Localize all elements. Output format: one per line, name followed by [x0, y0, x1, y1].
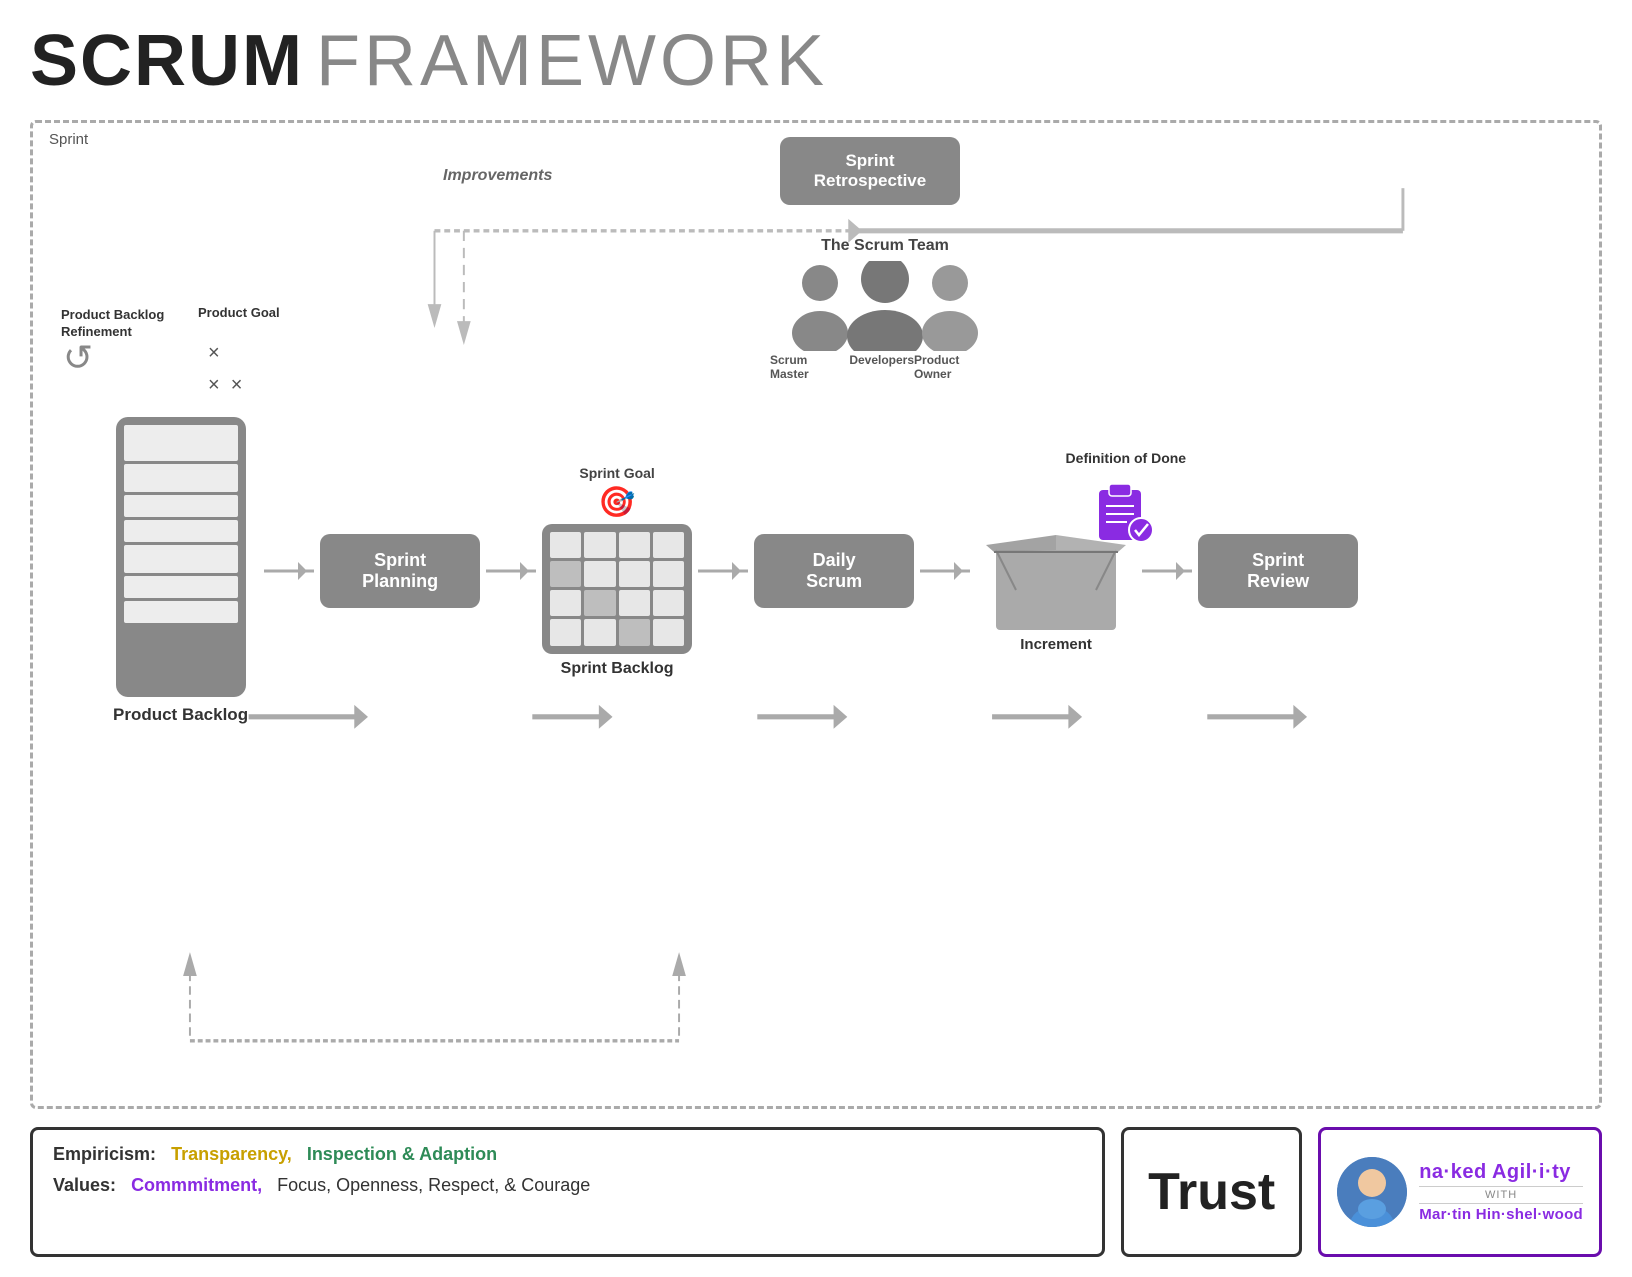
transparency-label: Transparency, [171, 1144, 292, 1164]
backlog-item-6 [124, 576, 238, 598]
empiricism-row: Empiricism: Transparency, Inspection & A… [53, 1144, 1082, 1165]
sb-cell-5 [550, 561, 581, 587]
sprint-retro-area: Sprint Retrospective [780, 137, 960, 205]
sprint-goal-label: Sprint Goal [579, 465, 654, 481]
values-row: Values: Commmitment, Focus, Openness, Re… [53, 1175, 1082, 1196]
dod-badge [1091, 480, 1156, 550]
commitment-label: Commmitment, [131, 1175, 262, 1195]
sb-cell-9 [550, 590, 581, 616]
backlog-item-1 [124, 425, 238, 461]
sb-cell-4 [653, 532, 684, 558]
backlog-item-2 [124, 464, 238, 492]
arrow-planning-to-backlog [486, 564, 536, 578]
arrow-backlog-to-planning [264, 564, 314, 578]
sb-cell-10 [584, 590, 615, 616]
sb-cell-8 [653, 561, 684, 587]
brand-person: Mar·tin Hin·shel·wood [1419, 1206, 1583, 1223]
persons-svg [770, 261, 1000, 351]
sprint-backlog-area: Sprint Goal 🎯 [542, 465, 692, 678]
increment-label: Increment [1020, 636, 1092, 653]
sprint-planning-box: Sprint Planning [320, 534, 480, 608]
sb-cell-14 [584, 619, 615, 645]
arrow-backlog-to-daily [698, 564, 748, 578]
values-label: Values: [53, 1175, 116, 1195]
role-scrum-master: Scrum Master [770, 353, 849, 381]
inspection-adaption-label: Inspection & Adaption [307, 1144, 497, 1164]
daily-scrum-label: Daily Scrum [806, 550, 862, 591]
title-row: SCRUM FRAMEWORK [30, 20, 1602, 102]
refinement-label: Product Backlog Refinement [61, 307, 164, 341]
sprint-planning-label: Sprint Planning [362, 550, 438, 591]
sb-cell-15 [619, 619, 650, 645]
sb-cell-2 [584, 532, 615, 558]
product-backlog-area: Product Backlog [113, 417, 248, 725]
product-backlog-visual [116, 417, 246, 697]
avatar-svg [1337, 1157, 1407, 1227]
refinement-icon: ↺ [63, 337, 93, 379]
trust-label: Trust [1148, 1162, 1275, 1222]
dod-label: Definition of Done [1066, 450, 1187, 466]
goal-xs: ×× × [208, 337, 242, 401]
backlog-item-7 [124, 601, 238, 623]
brand-name-text: na·ked Agil·i·ty [1419, 1161, 1571, 1183]
team-title: The Scrum Team [821, 237, 949, 255]
roles-row: Scrum Master Developers Product Owner [770, 353, 1000, 381]
backlog-item-5 [124, 545, 238, 573]
page-wrapper: SCRUM FRAMEWORK Sprint [0, 0, 1632, 1277]
improvements-label: Improvements [443, 167, 552, 185]
main-process-row: Product Backlog Sprint Planning Sprint [53, 417, 1579, 725]
sprint-goal-area: Sprint Goal 🎯 [579, 465, 654, 522]
increment-visual [976, 490, 1136, 630]
arrow-daily-to-increment [920, 564, 970, 578]
sb-cell-6 [584, 561, 615, 587]
sb-cell-7 [619, 561, 650, 587]
brand-text-area: na·ked Agil·i·ty WITH Mar·tin Hin·shel·w… [1419, 1161, 1583, 1223]
empiricism-label: Empiricism: [53, 1144, 156, 1164]
daily-scrum-box: Daily Scrum [754, 534, 914, 608]
empiricism-box: Empiricism: Transparency, Inspection & A… [30, 1127, 1105, 1257]
other-values-label: Focus, Openness, Respect, & Courage [277, 1175, 590, 1195]
sprint-retrospective-label: Sprint Retrospective [814, 151, 926, 190]
arrow-increment-to-review [1142, 564, 1192, 578]
sprint-retrospective-box: Sprint Retrospective [780, 137, 960, 205]
sprint-review-box: Sprint Review [1198, 534, 1358, 608]
backlog-item-4 [124, 520, 238, 542]
sb-cell-1 [550, 532, 581, 558]
sprint-backlog-label: Sprint Backlog [561, 660, 674, 678]
sb-cell-13 [550, 619, 581, 645]
product-goal-label: Product Goal [198, 305, 280, 320]
sb-cell-12 [653, 590, 684, 616]
sprint-review-label: Sprint Review [1247, 550, 1309, 591]
trust-box: Trust [1121, 1127, 1302, 1257]
backlog-item-3 [124, 495, 238, 517]
dod-clipboard-svg [1091, 480, 1156, 545]
team-area: The Scrum Team Scrum Master Developers [770, 237, 1000, 381]
sprint-container: Sprint [30, 120, 1602, 1109]
sb-cell-11 [619, 590, 650, 616]
role-developers: Developers [849, 353, 914, 381]
product-backlog-label: Product Backlog [113, 705, 248, 725]
sprint-backlog-box [542, 524, 692, 654]
sprint-inner: Product Backlog Refinement ↺ Product Goa… [53, 137, 1579, 1092]
role-product-owner: Product Owner [914, 353, 1000, 381]
sprint-planning-area: Sprint Planning [320, 534, 480, 608]
bottom-section: Empiricism: Transparency, Inspection & A… [30, 1127, 1602, 1257]
sb-cell-16 [653, 619, 684, 645]
increment-area: Definition of Done [976, 490, 1136, 653]
brand-box: na·ked Agil·i·ty WITH Mar·tin Hin·shel·w… [1318, 1127, 1602, 1257]
title-framework: FRAMEWORK [316, 20, 828, 102]
sprint-goal-icon: 🎯 [579, 485, 654, 520]
avatar [1337, 1157, 1407, 1227]
brand-name: na·ked Agil·i·ty [1419, 1161, 1583, 1184]
daily-scrum-area: Daily Scrum [754, 534, 914, 608]
sb-cell-3 [619, 532, 650, 558]
brand-with: WITH [1419, 1186, 1583, 1204]
sprint-review-area: Sprint Review [1198, 534, 1358, 608]
title-scrum: SCRUM [30, 20, 304, 102]
